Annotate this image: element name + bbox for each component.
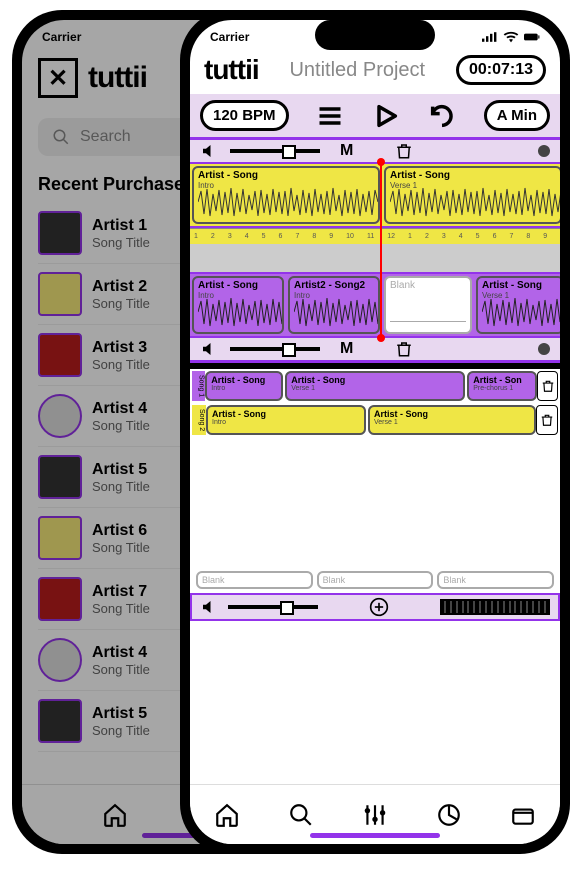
track-indicator xyxy=(538,145,550,157)
trash-icon[interactable] xyxy=(395,340,413,358)
transport-bar: 120 BPM A Min xyxy=(190,94,560,137)
track-yellow[interactable]: Artist - Song Intro Artist - Song Verse … xyxy=(190,162,560,228)
audio-clip[interactable]: Artist - Song Intro xyxy=(192,166,380,224)
ruler: 12345678910111212345678910 xyxy=(190,228,560,244)
mute-button[interactable]: M xyxy=(340,142,353,160)
carrier-label: Carrier xyxy=(210,30,249,44)
project-title[interactable]: Untitled Project xyxy=(289,59,425,82)
key-button[interactable]: A Min xyxy=(484,100,550,131)
track-indicator xyxy=(538,343,550,355)
blank-slot[interactable]: Blank xyxy=(196,571,313,589)
undo-icon[interactable] xyxy=(428,102,456,130)
blank-clip[interactable]: Blank xyxy=(384,276,472,334)
bpm-button[interactable]: 120 BPM xyxy=(200,100,289,131)
wifi-icon xyxy=(503,31,519,43)
arr-clip[interactable]: Artist - SongVerse 1 xyxy=(285,371,465,401)
audio-clip[interactable]: Artist2 - Song2 Intro xyxy=(288,276,380,334)
arrangement-panel: Song 1 Artist - SongIntro Artist - SongV… xyxy=(190,369,560,593)
audio-clip[interactable]: Artist - Song Verse 1 xyxy=(384,166,560,224)
speaker-icon[interactable] xyxy=(200,142,218,160)
home-indicator xyxy=(310,833,440,838)
home-icon[interactable] xyxy=(214,802,240,828)
waveform xyxy=(198,296,284,328)
battery-icon xyxy=(524,31,540,43)
gap xyxy=(190,244,560,272)
trash-icon[interactable] xyxy=(395,142,413,160)
foreground-phone: Carrier tuttii Untitled Project 00:07:13… xyxy=(180,10,570,854)
arr-clip[interactable]: Artist - SongIntro xyxy=(205,371,283,401)
waveform xyxy=(198,186,378,218)
wallet-icon[interactable] xyxy=(510,802,536,828)
track-controls: M xyxy=(190,338,560,360)
menu-icon[interactable] xyxy=(316,102,344,130)
blank-slot[interactable]: Blank xyxy=(437,571,554,589)
mixer-icon[interactable] xyxy=(362,802,388,828)
master-volume[interactable] xyxy=(228,605,318,609)
row-label: Song 2 xyxy=(192,405,206,435)
delete-row-button[interactable] xyxy=(537,371,558,401)
add-icon[interactable] xyxy=(369,597,389,617)
volume-slider[interactable] xyxy=(230,347,320,351)
level-meter xyxy=(440,599,550,615)
search-placeholder: Search xyxy=(80,128,131,146)
trash-icon xyxy=(540,413,554,427)
delete-row-button[interactable] xyxy=(536,405,558,435)
chart-icon[interactable] xyxy=(436,802,462,828)
signal-icon xyxy=(482,31,498,43)
volume-slider[interactable] xyxy=(230,149,320,153)
speaker-icon[interactable] xyxy=(200,598,218,616)
playhead[interactable] xyxy=(380,162,382,338)
master-controls xyxy=(190,593,560,621)
mute-button[interactable]: M xyxy=(340,340,353,358)
arr-clip[interactable]: Artist - SongIntro xyxy=(206,405,366,435)
search-icon xyxy=(52,128,70,146)
close-button[interactable]: ✕ xyxy=(38,58,78,98)
app-logo: tuttii xyxy=(204,54,259,86)
search-icon[interactable] xyxy=(288,802,314,828)
notch xyxy=(315,20,435,50)
trash-icon xyxy=(541,379,555,393)
carrier-label: Carrier xyxy=(42,30,81,44)
waveform xyxy=(482,296,560,328)
arr-clip[interactable]: Artist - SonPre-chorus 1 xyxy=(467,371,537,401)
track-controls: M xyxy=(190,140,560,162)
speaker-icon[interactable] xyxy=(200,340,218,358)
app-logo: tuttii xyxy=(88,61,147,95)
time-display: 00:07:13 xyxy=(456,55,546,85)
waveform xyxy=(294,296,380,328)
arrangement-row: Song 2 Artist - SongIntro Artist - SongV… xyxy=(192,405,558,435)
track-purple[interactable]: Artist - Song Intro Artist2 - Song2 Intr… xyxy=(190,272,560,338)
arr-clip[interactable]: Artist - SongVerse 1 xyxy=(368,405,536,435)
blank-slot[interactable]: Blank xyxy=(317,571,434,589)
waveform xyxy=(390,186,560,218)
audio-clip[interactable]: Artist - Song Intro xyxy=(192,276,284,334)
arrangement-row: Song 1 Artist - SongIntro Artist - SongV… xyxy=(192,371,558,401)
blank-row: Blank Blank Blank xyxy=(192,569,558,591)
audio-clip[interactable]: Artist - Song Verse 1 xyxy=(476,276,560,334)
play-icon[interactable] xyxy=(372,102,400,130)
home-icon[interactable] xyxy=(102,802,128,828)
app-header: tuttii Untitled Project 00:07:13 xyxy=(190,48,560,94)
row-label: Song 1 xyxy=(192,371,205,401)
